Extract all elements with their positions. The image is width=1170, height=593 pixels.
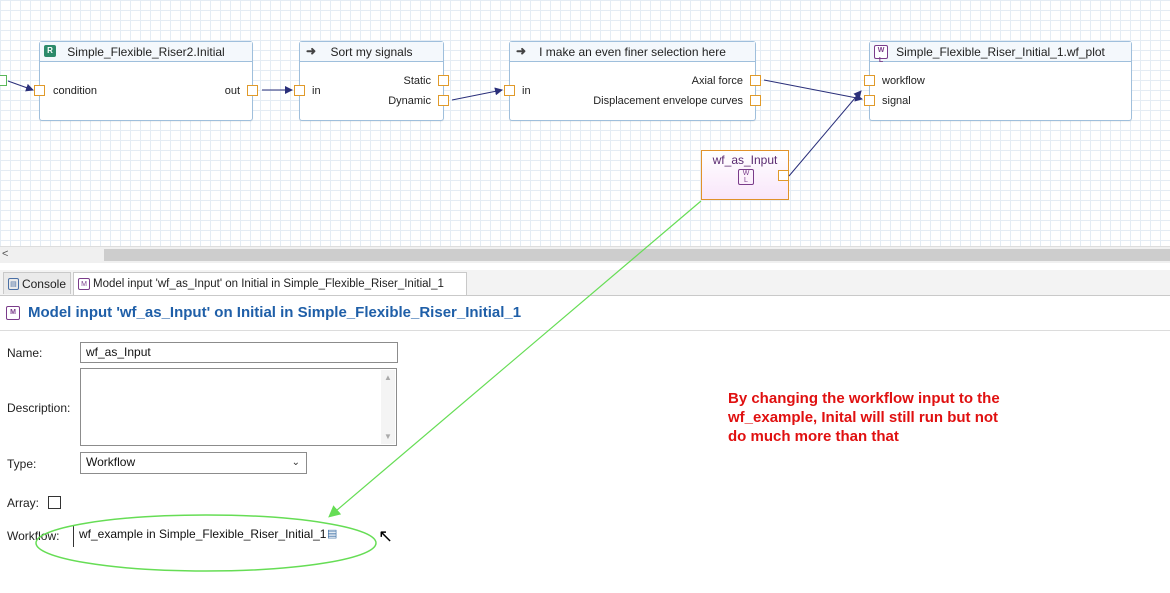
mouse-cursor-icon: ↖: [378, 526, 394, 546]
port-signal-label: signal: [882, 95, 911, 107]
arrow-right-icon: ➜: [515, 44, 527, 58]
annotation-line: wf_example, Inital will still run but no…: [728, 409, 999, 426]
port-sort-in[interactable]: [294, 85, 305, 96]
node-finer-selection[interactable]: ➜ I make an even finer selection here in…: [504, 41, 761, 121]
node-sort-signals[interactable]: ➜ Sort my signals in Static Dynamic: [294, 41, 449, 121]
workflow-label: Workflow:: [7, 529, 60, 543]
bottom-panel-tabs: ▤ Console M Model input 'wf_as_Input' on…: [0, 270, 1170, 296]
port-finer-in-label: in: [522, 85, 531, 97]
workflow-canvas[interactable]: R Simple_Flexible_Riser2.Initial conditi…: [0, 0, 1170, 246]
wire-dynamic-to-finer: [451, 87, 503, 101]
annotation-line: do much more than that: [728, 428, 899, 445]
wf-as-input-label: wf_as_Input: [712, 153, 778, 167]
panel-title: M Model input 'wf_as_Input' on Initial i…: [6, 304, 521, 321]
node-initial[interactable]: R Simple_Flexible_Riser2.Initial conditi…: [34, 41, 258, 121]
type-label: Type:: [7, 457, 37, 471]
node-finer-title: I make an even finer selection here: [539, 44, 726, 59]
wire-axial-to-signal: [763, 79, 863, 102]
port-finer-in[interactable]: [504, 85, 515, 96]
port-sort-in-label: in: [312, 85, 321, 97]
port-axial-force[interactable]: [750, 75, 761, 86]
node-plot-header[interactable]: WL Simple_Flexible_Riser_Initial_1.wf_pl…: [870, 42, 1131, 64]
scrollbar-thumb[interactable]: [104, 249, 1170, 261]
scroll-left-icon[interactable]: <: [2, 248, 8, 260]
connection-wires: [7, 79, 863, 177]
description-label: Description:: [7, 401, 71, 415]
tab-console[interactable]: ▤ Console: [3, 272, 71, 294]
panel-title-text: Model input 'wf_as_Input' on Initial in …: [28, 304, 522, 321]
panel-divider: [0, 330, 1170, 331]
console-icon: ▤: [8, 277, 19, 290]
port-static[interactable]: [438, 75, 449, 86]
scroll-down-icon[interactable]: ▼: [384, 432, 392, 441]
name-field[interactable]: wf_as_Input: [80, 342, 398, 363]
node-initial-title: Simple_Flexible_Riser2.Initial: [67, 44, 225, 59]
node-wf-plot[interactable]: WL Simple_Flexible_Riser_Initial_1.wf_pl…: [864, 41, 1132, 121]
port-out-label: out: [224, 85, 240, 97]
node-plot-title: Simple_Flexible_Riser_Initial_1.wf_plot: [896, 44, 1105, 59]
type-value: Workflow: [86, 455, 136, 469]
port-displacement-label: Displacement envelope curves: [593, 95, 743, 107]
node-finer-header[interactable]: ➜ I make an even finer selection here: [510, 42, 755, 62]
port-out[interactable]: [247, 85, 258, 96]
port-signal[interactable]: [864, 95, 875, 106]
name-value: wf_as_Input: [86, 345, 151, 359]
type-select[interactable]: Workflow ⌄: [80, 452, 307, 474]
workflow-icon: WL: [874, 45, 888, 64]
description-field[interactable]: ▲ ▼: [80, 368, 397, 446]
tab-model-input-label: Model input 'wf_as_Input' on Initial in …: [93, 278, 444, 290]
wire-wfinput-to-signal: [788, 90, 862, 177]
node-sort-title: Sort my signals: [330, 44, 413, 59]
port-static-label: Static: [403, 75, 431, 87]
chevron-down-icon: ⌄: [291, 457, 300, 468]
arrow-right-icon: ➜: [305, 44, 317, 58]
r-badge-icon: R: [44, 45, 56, 57]
name-label: Name:: [7, 346, 43, 360]
tab-console-label: Console: [21, 276, 66, 291]
description-scrollbar[interactable]: ▲ ▼: [381, 370, 395, 444]
annotation-line: By changing the workflow input to the: [728, 390, 1000, 407]
wire-left-to-condition: [7, 80, 34, 92]
wf-as-input-node[interactable]: wf_as_Input WL: [701, 150, 789, 200]
browse-workflow-icon[interactable]: ▤: [327, 527, 343, 541]
workflow-field[interactable]: wf_example in Simple_Flexible_Riser_Init…: [73, 525, 347, 547]
workflow-icon: WL: [738, 169, 754, 185]
port-condition[interactable]: [34, 85, 45, 96]
annotation-note: By changing the workflow input to the wf…: [728, 389, 1058, 446]
offscreen-port[interactable]: [0, 75, 7, 86]
node-sort-header[interactable]: ➜ Sort my signals: [300, 42, 443, 62]
model-input-icon: M: [6, 305, 20, 320]
port-dynamic-label: Dynamic: [388, 95, 431, 107]
model-input-icon: M: [78, 278, 90, 290]
array-checkbox[interactable]: [48, 496, 61, 509]
port-wf-input-out[interactable]: [778, 170, 789, 181]
scroll-up-icon[interactable]: ▲: [384, 373, 392, 382]
canvas-horizontal-scrollbar[interactable]: <: [0, 246, 1170, 263]
tab-model-input[interactable]: M Model input 'wf_as_Input' on Initial i…: [73, 272, 467, 295]
port-workflow[interactable]: [864, 75, 875, 86]
port-workflow-label: workflow: [882, 75, 925, 87]
node-initial-header[interactable]: R Simple_Flexible_Riser2.Initial: [40, 42, 252, 62]
array-label: Array:: [7, 496, 40, 510]
port-condition-label: condition: [53, 85, 98, 97]
port-dynamic[interactable]: [438, 95, 449, 106]
port-axial-force-label: Axial force: [691, 75, 743, 87]
port-displacement[interactable]: [750, 95, 761, 106]
workflow-value: wf_example in Simple_Flexible_Riser_Init…: [79, 527, 327, 541]
